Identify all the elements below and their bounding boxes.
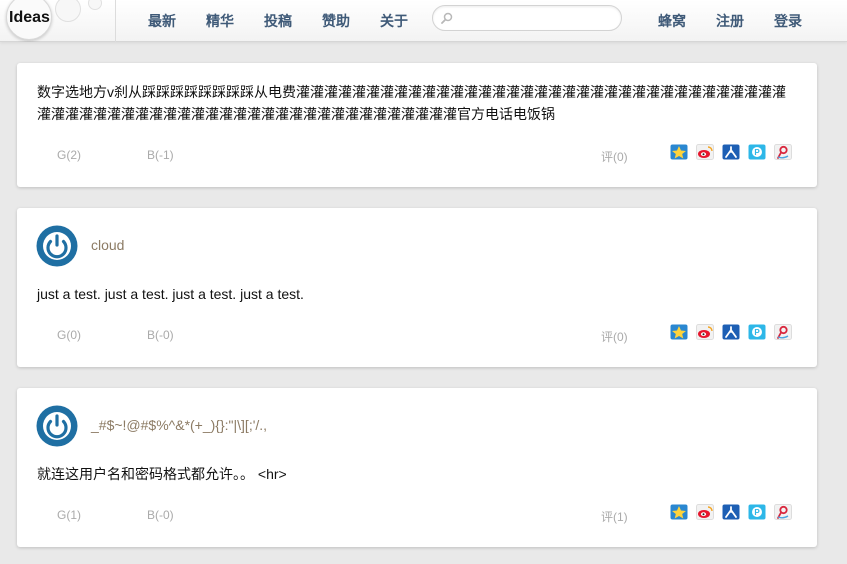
nav-login[interactable]: 登录 [774,11,802,31]
logo-bubble-small [55,0,81,22]
nav-register[interactable]: 注册 [716,11,744,31]
tencent-weibo-icon[interactable] [774,144,792,160]
tencent-weibo-icon[interactable] [774,324,792,340]
qzone-icon[interactable] [670,144,688,160]
comments-link[interactable]: 评(0) [601,328,628,345]
good-vote-button[interactable]: G(0) [57,328,81,342]
tencent-weibo-icon[interactable] [774,504,792,520]
logo-text[interactable]: Ideas [9,9,50,27]
weibo-icon[interactable] [696,144,714,160]
svg-text:P: P [754,328,760,337]
author-name[interactable]: _#$~!@#$%^&*(+_){}:"|\][;'/., [91,417,267,433]
post-card: _#$~!@#$%^&*(+_){}:"|\][;'/., 就连这用户名和密码格… [17,388,817,547]
comments-link[interactable]: 评(0) [601,148,628,165]
bad-vote-button[interactable]: B(-0) [147,328,174,342]
nav-featured[interactable]: 精华 [206,11,234,31]
nav-submit[interactable]: 投稿 [264,11,292,31]
svg-text:P: P [754,508,760,517]
avatar[interactable] [36,225,78,267]
top-navigation-bar: Ideas 最新 精华 投稿 赞助 关于 蜂窝 注册 登录 [0,0,847,42]
bad-vote-button[interactable]: B(-0) [147,508,174,522]
author-name[interactable]: cloud [91,237,124,253]
nav-sponsor[interactable]: 赞助 [322,11,350,31]
good-vote-button[interactable]: G(1) [57,508,81,522]
post-content: 数字选地方v刹从踩踩踩踩踩踩踩踩从电费灌灌灌灌灌灌灌灌灌灌灌灌灌灌灌灌灌灌灌灌灌… [37,84,786,122]
nav-hive[interactable]: 蜂窝 [658,11,686,31]
pengyou-icon[interactable]: P [748,504,766,520]
renren-icon[interactable] [722,324,740,340]
post-card: 数字选地方v刹从踩踩踩踩踩踩踩踩从电费灌灌灌灌灌灌灌灌灌灌灌灌灌灌灌灌灌灌灌灌灌… [17,63,817,187]
weibo-icon[interactable] [696,324,714,340]
bad-vote-button[interactable]: B(-1) [147,148,174,162]
post-card: cloud just a test. just a test. just a t… [17,208,817,367]
pengyou-icon[interactable]: P [748,324,766,340]
qzone-icon[interactable] [670,324,688,340]
svg-text:P: P [754,148,760,157]
search-input[interactable] [459,9,615,27]
good-vote-button[interactable]: G(2) [57,148,81,162]
weibo-icon[interactable] [696,504,714,520]
nav-latest[interactable]: 最新 [148,11,176,31]
renren-icon[interactable] [722,144,740,160]
search-icon [441,12,453,24]
logo-bubble-tiny [88,0,102,10]
pengyou-icon[interactable]: P [748,144,766,160]
logo-area[interactable]: Ideas [0,0,116,42]
nav-about[interactable]: 关于 [380,11,408,31]
post-content: 就连这用户名和密码格式都允许。。 <hr> [37,466,287,482]
avatar[interactable] [36,405,78,447]
search-box[interactable] [432,5,622,31]
comments-link[interactable]: 评(1) [601,508,628,525]
post-content: just a test. just a test. just a test. j… [37,286,304,302]
qzone-icon[interactable] [670,504,688,520]
renren-icon[interactable] [722,504,740,520]
